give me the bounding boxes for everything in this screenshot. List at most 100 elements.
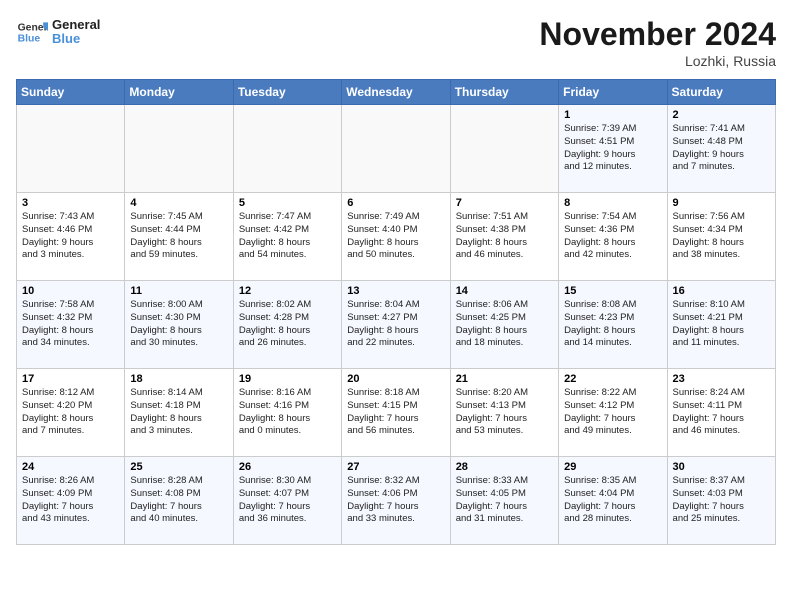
day-number: 9 bbox=[673, 197, 770, 209]
day-number: 4 bbox=[130, 197, 227, 209]
logo: General Blue General Blue bbox=[16, 16, 100, 48]
day-info: Sunrise: 8:14 AM Sunset: 4:18 PM Dayligh… bbox=[130, 387, 227, 438]
weekday-header-friday: Friday bbox=[559, 80, 667, 105]
week-row-2: 3Sunrise: 7:43 AM Sunset: 4:46 PM Daylig… bbox=[17, 193, 776, 281]
day-info: Sunrise: 7:51 AM Sunset: 4:38 PM Dayligh… bbox=[456, 211, 553, 262]
day-cell: 18 Sunrise: 8:14 AM Sunset: 4:18 PM Dayli… bbox=[125, 369, 233, 457]
weekday-header-monday: Monday bbox=[125, 80, 233, 105]
day-cell: 12 Sunrise: 8:02 AM Sunset: 4:28 PM Dayli… bbox=[233, 281, 341, 369]
day-info: Sunrise: 8:24 AM Sunset: 4:11 PM Dayligh… bbox=[673, 387, 770, 438]
day-cell: 14 Sunrise: 8:06 AM Sunset: 4:25 PM Dayli… bbox=[450, 281, 558, 369]
weekday-header-thursday: Thursday bbox=[450, 80, 558, 105]
title-block: November 2024 Lozhki, Russia bbox=[539, 16, 776, 69]
day-number: 10 bbox=[22, 285, 119, 297]
day-number: 30 bbox=[673, 461, 770, 473]
week-row-4: 17 Sunrise: 8:12 AM Sunset: 4:20 PM Dayli… bbox=[17, 369, 776, 457]
day-number: 28 bbox=[456, 461, 553, 473]
day-info: Sunrise: 8:30 AM Sunset: 4:07 PM Dayligh… bbox=[239, 475, 336, 526]
day-number: 17 bbox=[22, 373, 119, 385]
day-info: Sunrise: 8:06 AM Sunset: 4:25 PM Dayligh… bbox=[456, 299, 553, 350]
day-info: Sunrise: 8:08 AM Sunset: 4:23 PM Dayligh… bbox=[564, 299, 661, 350]
day-cell: 30 Sunrise: 8:37 AM Sunset: 4:03 PM Dayli… bbox=[667, 457, 775, 545]
day-number: 24 bbox=[22, 461, 119, 473]
day-info: Sunrise: 8:22 AM Sunset: 4:12 PM Dayligh… bbox=[564, 387, 661, 438]
day-number: 19 bbox=[239, 373, 336, 385]
page-header: General Blue General Blue November 2024 … bbox=[16, 16, 776, 69]
day-info: Sunrise: 7:56 AM Sunset: 4:34 PM Dayligh… bbox=[673, 211, 770, 262]
day-cell: 28 Sunrise: 8:33 AM Sunset: 4:05 PM Dayli… bbox=[450, 457, 558, 545]
day-cell bbox=[450, 105, 558, 193]
svg-text:Blue: Blue bbox=[18, 34, 41, 45]
day-number: 18 bbox=[130, 373, 227, 385]
day-cell: 26 Sunrise: 8:30 AM Sunset: 4:07 PM Dayli… bbox=[233, 457, 341, 545]
day-number: 26 bbox=[239, 461, 336, 473]
day-cell: 11 Sunrise: 8:00 AM Sunset: 4:30 PM Dayli… bbox=[125, 281, 233, 369]
day-info: Sunrise: 8:10 AM Sunset: 4:21 PM Dayligh… bbox=[673, 299, 770, 350]
day-cell: 27 Sunrise: 8:32 AM Sunset: 4:06 PM Dayli… bbox=[342, 457, 450, 545]
calendar-table: SundayMondayTuesdayWednesdayThursdayFrid… bbox=[16, 79, 776, 545]
day-info: Sunrise: 8:37 AM Sunset: 4:03 PM Dayligh… bbox=[673, 475, 770, 526]
day-info: Sunrise: 7:58 AM Sunset: 4:32 PM Dayligh… bbox=[22, 299, 119, 350]
day-info: Sunrise: 8:33 AM Sunset: 4:05 PM Dayligh… bbox=[456, 475, 553, 526]
day-info: Sunrise: 8:32 AM Sunset: 4:06 PM Dayligh… bbox=[347, 475, 444, 526]
day-number: 29 bbox=[564, 461, 661, 473]
day-info: Sunrise: 8:02 AM Sunset: 4:28 PM Dayligh… bbox=[239, 299, 336, 350]
day-cell bbox=[125, 105, 233, 193]
day-number: 22 bbox=[564, 373, 661, 385]
day-number: 14 bbox=[456, 285, 553, 297]
day-info: Sunrise: 8:16 AM Sunset: 4:16 PM Dayligh… bbox=[239, 387, 336, 438]
day-info: Sunrise: 7:41 AM Sunset: 4:48 PM Dayligh… bbox=[673, 123, 770, 174]
day-cell: 23 Sunrise: 8:24 AM Sunset: 4:11 PM Dayli… bbox=[667, 369, 775, 457]
day-info: Sunrise: 7:49 AM Sunset: 4:40 PM Dayligh… bbox=[347, 211, 444, 262]
day-cell: 13 Sunrise: 8:04 AM Sunset: 4:27 PM Dayli… bbox=[342, 281, 450, 369]
day-cell: 10 Sunrise: 7:58 AM Sunset: 4:32 PM Dayli… bbox=[17, 281, 125, 369]
day-cell bbox=[17, 105, 125, 193]
calendar-title: November 2024 bbox=[539, 16, 776, 53]
day-info: Sunrise: 7:43 AM Sunset: 4:46 PM Dayligh… bbox=[22, 211, 119, 262]
day-number: 27 bbox=[347, 461, 444, 473]
day-number: 23 bbox=[673, 373, 770, 385]
logo-general: General bbox=[52, 18, 100, 32]
day-cell: 1Sunrise: 7:39 AM Sunset: 4:51 PM Daylig… bbox=[559, 105, 667, 193]
day-info: Sunrise: 8:26 AM Sunset: 4:09 PM Dayligh… bbox=[22, 475, 119, 526]
week-row-1: 1Sunrise: 7:39 AM Sunset: 4:51 PM Daylig… bbox=[17, 105, 776, 193]
day-number: 2 bbox=[673, 109, 770, 121]
day-number: 6 bbox=[347, 197, 444, 209]
day-info: Sunrise: 8:28 AM Sunset: 4:08 PM Dayligh… bbox=[130, 475, 227, 526]
weekday-header-tuesday: Tuesday bbox=[233, 80, 341, 105]
day-number: 12 bbox=[239, 285, 336, 297]
day-number: 5 bbox=[239, 197, 336, 209]
day-cell: 2 Sunrise: 7:41 AM Sunset: 4:48 PM Daylig… bbox=[667, 105, 775, 193]
day-cell: 17 Sunrise: 8:12 AM Sunset: 4:20 PM Dayli… bbox=[17, 369, 125, 457]
day-number: 11 bbox=[130, 285, 227, 297]
day-cell: 24 Sunrise: 8:26 AM Sunset: 4:09 PM Dayli… bbox=[17, 457, 125, 545]
day-cell: 7 Sunrise: 7:51 AM Sunset: 4:38 PM Daylig… bbox=[450, 193, 558, 281]
day-cell: 16 Sunrise: 8:10 AM Sunset: 4:21 PM Dayli… bbox=[667, 281, 775, 369]
day-number: 16 bbox=[673, 285, 770, 297]
day-cell: 19 Sunrise: 8:16 AM Sunset: 4:16 PM Dayli… bbox=[233, 369, 341, 457]
day-number: 13 bbox=[347, 285, 444, 297]
day-info: Sunrise: 8:20 AM Sunset: 4:13 PM Dayligh… bbox=[456, 387, 553, 438]
day-cell: 4Sunrise: 7:45 AM Sunset: 4:44 PM Daylig… bbox=[125, 193, 233, 281]
weekday-header-saturday: Saturday bbox=[667, 80, 775, 105]
day-number: 8 bbox=[564, 197, 661, 209]
day-number: 25 bbox=[130, 461, 227, 473]
day-cell: 22 Sunrise: 8:22 AM Sunset: 4:12 PM Dayli… bbox=[559, 369, 667, 457]
day-number: 7 bbox=[456, 197, 553, 209]
day-cell: 8 Sunrise: 7:54 AM Sunset: 4:36 PM Daylig… bbox=[559, 193, 667, 281]
logo-blue: Blue bbox=[52, 32, 100, 46]
day-info: Sunrise: 7:39 AM Sunset: 4:51 PM Dayligh… bbox=[564, 123, 661, 174]
day-cell: 6 Sunrise: 7:49 AM Sunset: 4:40 PM Daylig… bbox=[342, 193, 450, 281]
day-info: Sunrise: 8:04 AM Sunset: 4:27 PM Dayligh… bbox=[347, 299, 444, 350]
day-cell: 3Sunrise: 7:43 AM Sunset: 4:46 PM Daylig… bbox=[17, 193, 125, 281]
weekday-header-wednesday: Wednesday bbox=[342, 80, 450, 105]
day-info: Sunrise: 8:18 AM Sunset: 4:15 PM Dayligh… bbox=[347, 387, 444, 438]
day-info: Sunrise: 8:00 AM Sunset: 4:30 PM Dayligh… bbox=[130, 299, 227, 350]
day-info: Sunrise: 8:35 AM Sunset: 4:04 PM Dayligh… bbox=[564, 475, 661, 526]
day-info: Sunrise: 8:12 AM Sunset: 4:20 PM Dayligh… bbox=[22, 387, 119, 438]
day-cell bbox=[233, 105, 341, 193]
day-number: 21 bbox=[456, 373, 553, 385]
calendar-subtitle: Lozhki, Russia bbox=[539, 53, 776, 69]
day-info: Sunrise: 7:47 AM Sunset: 4:42 PM Dayligh… bbox=[239, 211, 336, 262]
day-info: Sunrise: 7:54 AM Sunset: 4:36 PM Dayligh… bbox=[564, 211, 661, 262]
